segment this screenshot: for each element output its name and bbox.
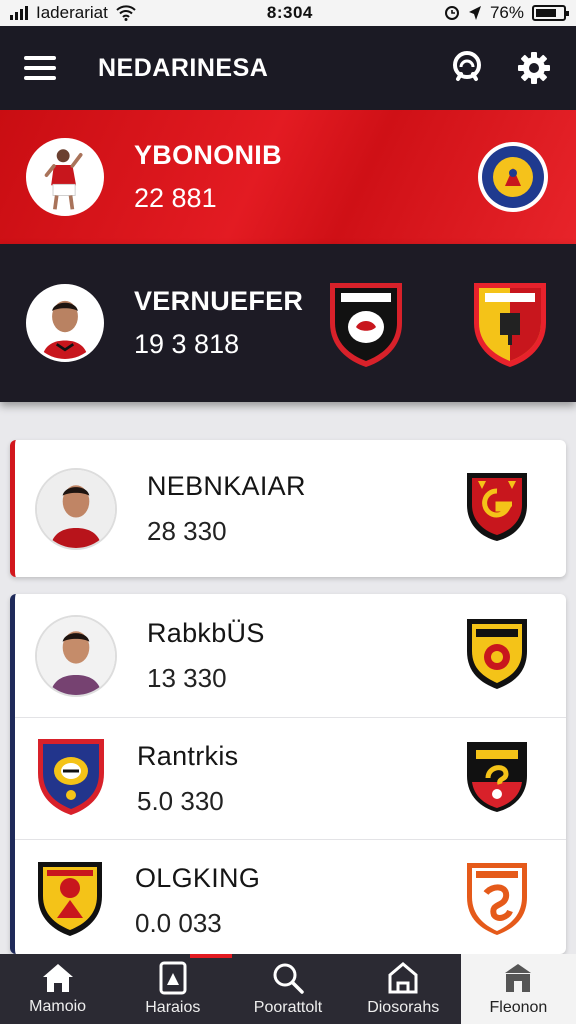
player-name: OLGKING: [135, 862, 261, 893]
location-icon: [468, 6, 481, 20]
nav-item-search[interactable]: Poorattolt: [230, 954, 345, 1024]
app-header: NEDARINESA: [0, 26, 576, 110]
list-item[interactable]: NEBNKAIAR 28 330: [15, 440, 566, 577]
club-crest-icon: [464, 615, 530, 696]
nav-item-cards[interactable]: Haraios: [115, 954, 230, 1024]
home-icon: [42, 964, 73, 992]
club-crest-icon: [476, 140, 550, 214]
player-list-card[interactable]: NEBNKAIAR 28 330: [10, 440, 566, 577]
battery-percent: 76%: [489, 3, 524, 22]
avatar: [26, 284, 104, 362]
search-icon: [273, 963, 304, 994]
signal-icon: [10, 6, 28, 20]
nav-label: Mamoio: [29, 998, 87, 1015]
club-crest-icon: [464, 859, 530, 942]
club-crest-icon: [326, 277, 406, 369]
shop-icon: [388, 962, 418, 994]
page-title: NEDARINESA: [98, 53, 269, 82]
club-crest-icon: [464, 469, 530, 548]
clock: 8:304: [266, 3, 313, 22]
wifi-icon: [116, 5, 136, 21]
player-score: 28 330: [147, 515, 227, 546]
player-score: 0.0 033: [135, 907, 222, 938]
nav-label: Poorattolt: [253, 999, 323, 1016]
nav-item-home[interactable]: Mamoio: [0, 954, 115, 1024]
club-crest-icon: [35, 858, 105, 943]
list-item[interactable]: RabkbÜS 13 330: [15, 594, 566, 718]
nav-item-store[interactable]: Fleonon: [460, 954, 576, 1024]
status-bar: Iaderariat 8:304 76%: [0, 0, 576, 26]
featured-player-card[interactable]: YBONONIB 22 881: [0, 110, 576, 244]
player-name: YBONONIB: [134, 140, 282, 170]
nav-item-shop[interactable]: Diosorahs: [346, 954, 461, 1024]
player-score: 5.0 330: [137, 785, 224, 816]
alarm-icon: [444, 6, 459, 20]
player-score: 19 3 818: [134, 329, 240, 359]
menu-icon[interactable]: [24, 56, 56, 80]
club-crest-icon: [470, 277, 550, 369]
club-crest-icon: [35, 735, 107, 822]
avatar: [26, 138, 104, 216]
avatar: [35, 614, 117, 697]
battery-icon: [532, 5, 569, 21]
player-name: RabkbÜS: [147, 617, 265, 648]
player-score: 13 330: [147, 662, 227, 693]
list-item[interactable]: Rantrkis 5.0 330: [15, 718, 566, 840]
player-score: 22 881: [134, 183, 217, 213]
gear-icon[interactable]: [516, 50, 552, 86]
player-list-card[interactable]: RabkbÜS 13 330 Rantrkis 5.0 330 OLGKING …: [10, 594, 566, 954]
player-name: NEBNKAIAR: [147, 470, 306, 501]
carrier-label: Iaderariat: [36, 3, 108, 22]
row-accent: [10, 718, 15, 839]
avatar: [35, 467, 117, 550]
player-name: Rantrkis: [137, 740, 239, 771]
nav-label: Fleonon: [489, 999, 548, 1016]
nav-label: Haraios: [145, 999, 201, 1016]
row-accent: [10, 840, 15, 954]
card-icon: [159, 961, 187, 995]
nav-label: Diosorahs: [367, 999, 440, 1016]
store-icon: [505, 964, 532, 992]
featured-player-card[interactable]: VERNUEFER 19 3 818: [0, 244, 576, 402]
player-name: VERNUEFER: [134, 286, 304, 316]
club-crest-icon: [464, 738, 530, 819]
list-item[interactable]: OLGKING 0.0 033: [15, 840, 566, 954]
bottom-nav: Mamoio Haraios Poorattolt Diosorahs Fleo…: [0, 954, 576, 1024]
search-icon[interactable]: [450, 49, 488, 87]
